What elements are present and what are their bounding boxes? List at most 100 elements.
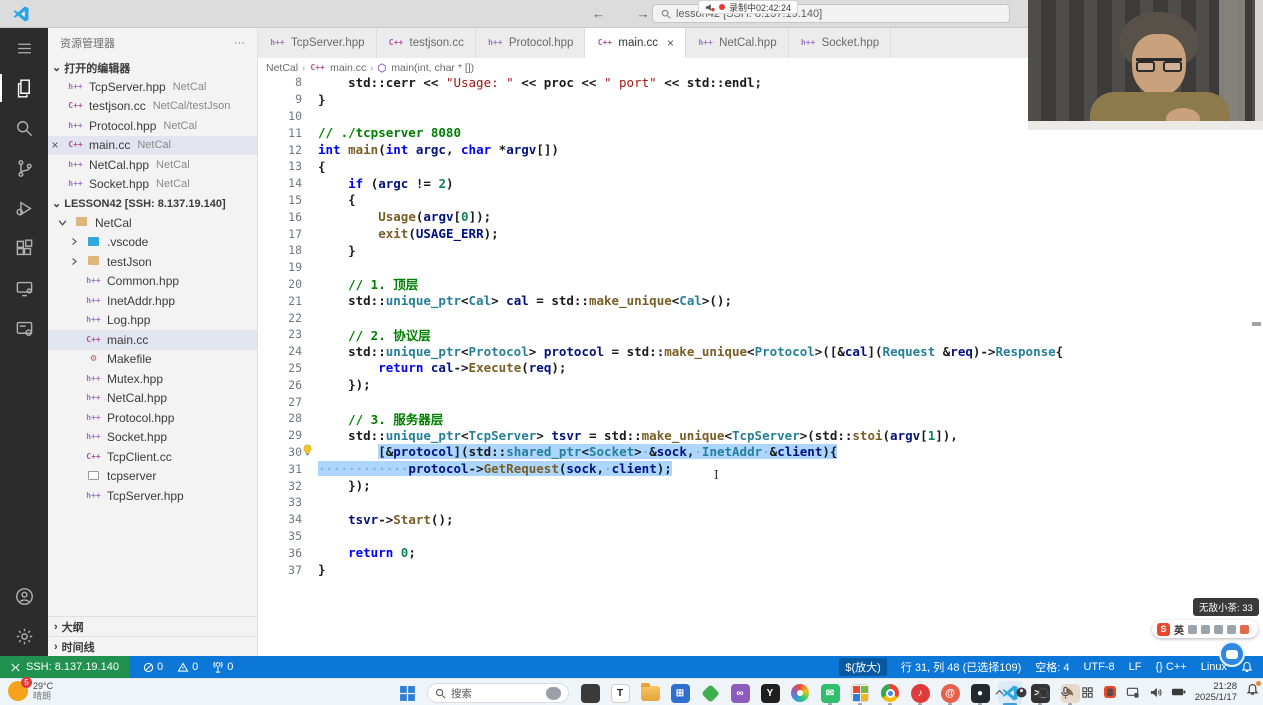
battery-tray-icon[interactable] xyxy=(1171,686,1186,698)
code-line-12[interactable]: 12 int main(int argc, char *argv[]) xyxy=(258,141,1251,158)
tree-item-Log.hpp[interactable]: h++ Log.hpp xyxy=(48,311,257,331)
code-line-23[interactable]: 23 // 2. 协议层 xyxy=(258,326,1251,343)
pinned-app-y[interactable]: Y xyxy=(758,681,782,705)
code-line-28[interactable]: 28 // 3. 服务器层 xyxy=(258,410,1251,427)
code-line-36[interactable]: 36 return 0; xyxy=(258,544,1251,561)
tree-item-testJson[interactable]: testJson xyxy=(48,252,257,272)
code-line-34[interactable]: 34 tsvr->Start(); xyxy=(258,511,1251,528)
taskbar-clock[interactable]: 21:28 2025/1/17 xyxy=(1195,681,1237,703)
dev-container-icon[interactable] xyxy=(0,308,48,348)
netease-music[interactable]: ♪ xyxy=(908,681,932,705)
tree-item-NetCal.hpp[interactable]: h++ NetCal.hpp xyxy=(48,389,257,409)
code-line-14[interactable]: 14 if (argc != 2) xyxy=(258,175,1251,192)
code-line-26[interactable]: 26 }); xyxy=(258,376,1251,393)
code-line-17[interactable]: 17 exit(USAGE_ERR); xyxy=(258,225,1251,242)
tab-testjson.cc[interactable]: C++ testjson.cc xyxy=(376,28,476,58)
workspace-header[interactable]: ⌄ LESSON42 [SSH: 8.137.19.140] xyxy=(48,194,257,213)
code-line-19[interactable]: 19 xyxy=(258,259,1251,276)
open-editor-Socket.hpp[interactable]: h++ Socket.hpp NetCal xyxy=(48,175,257,195)
ime-toolbox-icon[interactable] xyxy=(1240,624,1249,634)
ime-brush-icon[interactable] xyxy=(1188,624,1197,634)
notifications-bell[interactable] xyxy=(1241,661,1253,673)
eol-sequence[interactable]: LF xyxy=(1129,661,1142,673)
tree-item-main.cc[interactable]: C++ main.cc xyxy=(48,330,257,350)
pinned-app-mail[interactable]: ✉ xyxy=(818,681,842,705)
pinned-app-diamond[interactable] xyxy=(698,681,722,705)
ime-skin-icon[interactable] xyxy=(1227,624,1236,634)
account-icon[interactable] xyxy=(0,576,48,616)
chrome[interactable] xyxy=(878,681,902,705)
tree-item-Makefile[interactable]: ⚙ Makefile xyxy=(48,350,257,370)
breadcrumb-file[interactable]: main.cc xyxy=(330,62,366,74)
tab-Socket.hpp[interactable]: h++ Socket.hpp xyxy=(788,28,892,58)
cursor-position[interactable]: 行 31, 列 48 (已选择109) xyxy=(901,659,1021,675)
tree-item-Mutex.hpp[interactable]: h++ Mutex.hpp xyxy=(48,369,257,389)
tab-Protocol.hpp[interactable]: h++ Protocol.hpp xyxy=(475,28,586,58)
github-desktop[interactable]: ● xyxy=(968,681,992,705)
sogou-ime-toolbar[interactable]: S 英 xyxy=(1152,620,1258,638)
close-icon[interactable]: × xyxy=(667,36,674,50)
code-line-33[interactable]: 33 xyxy=(258,494,1251,511)
pinned-app-typora[interactable]: T xyxy=(608,681,632,705)
tab-TcpServer.hpp[interactable]: h++ TcpServer.hpp xyxy=(258,28,377,58)
code-line-25[interactable]: 25 return cal->Execute(req); xyxy=(258,360,1251,377)
chevron-up-tray-icon[interactable] xyxy=(993,686,1006,699)
code-line-22[interactable]: 22 xyxy=(258,309,1251,326)
extensions-icon[interactable] xyxy=(0,228,48,268)
scrollbar-marker[interactable] xyxy=(1252,322,1261,326)
source-control-icon[interactable] xyxy=(0,148,48,188)
headset-tray-icon[interactable] xyxy=(1037,686,1050,699)
problems-errors[interactable]: 0 xyxy=(143,661,163,673)
start-button[interactable] xyxy=(396,682,418,704)
code-line-27[interactable]: 27 xyxy=(258,393,1251,410)
code-line-18[interactable]: 18 } xyxy=(258,242,1251,259)
visual-studio[interactable]: ∞ xyxy=(728,681,752,705)
code-editor[interactable]: 8 std::cerr << "Usage: " << proc << " po… xyxy=(258,74,1251,656)
tree-item-TcpServer.hpp[interactable]: h++ TcpServer.hpp xyxy=(48,486,257,506)
settings-gear-icon[interactable] xyxy=(0,616,48,656)
open-editor-testjson.cc[interactable]: C++ testjson.cc NetCal/testJson xyxy=(48,97,257,117)
code-line-24[interactable]: 24 std::unique_ptr<Protocol> protocol = … xyxy=(258,343,1251,360)
mic-tray-icon[interactable] xyxy=(1059,686,1072,699)
open-editor-main.cc[interactable]: × C++ main.cc NetCal xyxy=(48,135,257,155)
timeline-section[interactable]: › 时间线 xyxy=(48,636,257,656)
language-mode[interactable]: {} C++ xyxy=(1156,661,1187,673)
tree-item-NetCal[interactable]: NetCal xyxy=(48,213,257,233)
open-editor-Protocol.hpp[interactable]: h++ Protocol.hpp NetCal xyxy=(48,116,257,136)
taskbar-search-box[interactable]: 搜索 xyxy=(427,683,569,703)
tree-item-tcpserver[interactable]: tcpserver xyxy=(48,467,257,487)
breadcrumb-folder[interactable]: NetCal xyxy=(266,62,298,74)
remote-indicator[interactable]: SSH: 8.137.19.140 xyxy=(0,656,129,678)
ime-language-mode[interactable]: 英 xyxy=(1174,622,1184,637)
speaker-tray-icon[interactable] xyxy=(1149,686,1162,699)
code-line-30[interactable]: 30 [&protocol](std::shared_ptr<Socket>·&… xyxy=(258,444,1251,461)
open-editor-NetCal.hpp[interactable]: h++ NetCal.hpp NetCal xyxy=(48,155,257,175)
breadcrumb-symbol[interactable]: main(int, char * []) xyxy=(391,62,474,74)
chat-assistant-button[interactable] xyxy=(1219,641,1245,667)
pinned-app-grid[interactable] xyxy=(848,681,872,705)
tab-NetCal.hpp[interactable]: h++ NetCal.hpp xyxy=(686,28,789,58)
problems-warnings[interactable]: 0 xyxy=(177,661,198,673)
code-line-15[interactable]: 15 { xyxy=(258,192,1251,209)
tab-main.cc[interactable]: C++ main.cc × xyxy=(585,28,687,58)
remote-explorer-icon[interactable] xyxy=(0,268,48,308)
run-debug-icon[interactable] xyxy=(0,188,48,228)
sogou-tray-icon[interactable]: S xyxy=(1103,685,1117,699)
close-icon[interactable]: × xyxy=(48,138,62,152)
encoding[interactable]: UTF-8 xyxy=(1083,661,1114,673)
ime-mic-icon[interactable] xyxy=(1201,624,1210,634)
pinned-app-clip[interactable] xyxy=(578,681,602,705)
code-line-16[interactable]: 16 Usage(argv[0]); xyxy=(258,208,1251,225)
code-line-32[interactable]: 32 }); xyxy=(258,477,1251,494)
ime-tray-icon[interactable] xyxy=(1081,686,1094,699)
code-line-21[interactable]: 21 std::unique_ptr<Cal> cal = std::make_… xyxy=(258,292,1251,309)
code-line-13[interactable]: 13 { xyxy=(258,158,1251,175)
open-editors-header[interactable]: ⌄ 打开的编辑器 xyxy=(48,58,257,77)
tree-item-Common.hpp[interactable]: h++ Common.hpp xyxy=(48,272,257,292)
cast-tray-icon[interactable] xyxy=(1126,686,1140,699)
code-line-20[interactable]: 20 // 1. 顶层 xyxy=(258,276,1251,293)
menu-icon[interactable] xyxy=(0,28,48,68)
sogou-logo-icon[interactable]: S xyxy=(1157,622,1170,636)
tree-item-Socket.hpp[interactable]: h++ Socket.hpp xyxy=(48,428,257,448)
forwarded-ports[interactable]: 0 xyxy=(212,661,233,673)
